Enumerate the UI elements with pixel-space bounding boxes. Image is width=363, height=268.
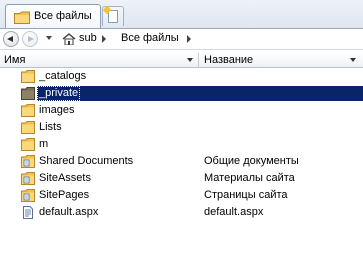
folder-icon: [21, 138, 35, 151]
list-item[interactable]: m: [0, 136, 363, 153]
item-name: _catalogs: [39, 70, 87, 82]
item-name: Shared Documents: [39, 155, 134, 167]
doclib-icon: [21, 172, 35, 185]
divider: [0, 49, 363, 50]
tab-all-files[interactable]: Все файлы: [5, 4, 101, 28]
column-filter-title-icon[interactable]: [349, 54, 358, 65]
aspx-file-icon: [23, 206, 33, 219]
folder-dark-icon: [21, 87, 35, 100]
column-headers: Имя Название: [0, 53, 363, 68]
column-header-name[interactable]: Имя: [4, 54, 25, 66]
breadcrumb-all-files[interactable]: Все файлы: [121, 32, 179, 44]
breadcrumb-site[interactable]: sub: [79, 32, 97, 44]
new-tab-icon: [108, 10, 118, 23]
breadcrumb-separator-icon[interactable]: [102, 35, 106, 43]
item-name: Lists: [39, 121, 62, 133]
selection-highlight: [37, 86, 363, 101]
list-item[interactable]: _catalogs: [0, 68, 363, 85]
folder-icon: [14, 11, 30, 24]
list-item[interactable]: Lists: [0, 119, 363, 136]
item-name: SitePages: [39, 189, 90, 201]
folder-icon: [21, 121, 35, 134]
address-bar: sub Все файлы: [0, 29, 363, 49]
new-tab-button[interactable]: [102, 5, 124, 26]
item-name: images: [39, 104, 75, 116]
forward-button[interactable]: [22, 31, 38, 47]
home-icon[interactable]: [62, 33, 76, 45]
list-item[interactable]: default.aspx default.aspx: [0, 204, 363, 221]
list-item[interactable]: SitePages Страницы сайта: [0, 187, 363, 204]
list-item-selected[interactable]: _private: [0, 85, 363, 102]
back-arrow-icon: [7, 36, 13, 42]
item-title: Страницы сайта: [204, 189, 288, 201]
breadcrumb-separator-icon[interactable]: [187, 35, 191, 43]
recent-pages-dropdown-icon[interactable]: [46, 36, 52, 40]
item-name: m: [39, 138, 49, 150]
tab-label: Все файлы: [34, 10, 92, 22]
item-name: _private: [39, 87, 79, 99]
list-item[interactable]: images: [0, 102, 363, 119]
forward-arrow-icon: [28, 36, 34, 42]
item-title: Материалы сайта: [204, 172, 295, 184]
list-item[interactable]: Shared Documents Общие документы: [0, 153, 363, 170]
back-button[interactable]: [3, 31, 19, 47]
column-filter-name-icon[interactable]: [186, 54, 195, 65]
folder-icon: [21, 104, 35, 117]
item-title: Общие документы: [204, 155, 299, 167]
folder-icon: [21, 70, 35, 83]
column-header-title[interactable]: Название: [204, 54, 253, 66]
column-divider[interactable]: [198, 53, 199, 67]
item-name: SiteAssets: [39, 172, 91, 184]
item-name: default.aspx: [39, 206, 99, 218]
item-title: default.aspx: [204, 206, 264, 218]
tab-strip: Все файлы: [0, 0, 363, 29]
list-item[interactable]: SiteAssets Материалы сайта: [0, 170, 363, 187]
doclib-icon: [21, 155, 35, 168]
doclib-icon: [21, 189, 35, 202]
